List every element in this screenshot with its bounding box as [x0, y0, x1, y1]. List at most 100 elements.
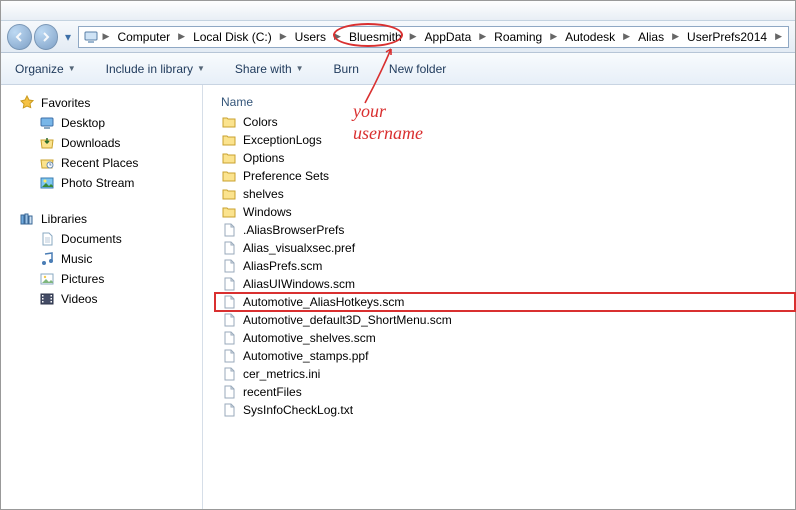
chevron-right-icon[interactable]: ▶: [332, 31, 343, 42]
item-name: cer_metrics.ini: [243, 367, 320, 381]
nav-item-downloads[interactable]: Downloads: [1, 133, 202, 153]
libraries-group[interactable]: Libraries: [1, 209, 202, 229]
breadcrumb-box[interactable]: ▶ Computer ▶ Local Disk (C:) ▶ Users ▶ B…: [78, 26, 789, 48]
file-icon: [221, 366, 237, 382]
file-row[interactable]: .AliasBrowserPrefs: [215, 221, 795, 239]
folder-icon: [221, 186, 237, 202]
chevron-right-icon[interactable]: ▶: [548, 31, 559, 42]
chevron-right-icon[interactable]: ▶: [278, 31, 289, 42]
item-name: SysInfoCheckLog.txt: [243, 403, 353, 417]
breadcrumb-item[interactable]: Roaming: [490, 28, 546, 46]
chevron-right-icon[interactable]: ▶: [477, 31, 488, 42]
nav-history-dropdown[interactable]: ▾: [60, 30, 75, 44]
file-row[interactable]: Automotive_default3D_ShortMenu.scm: [215, 311, 795, 329]
chevron-right-icon[interactable]: ▶: [176, 31, 187, 42]
file-row[interactable]: Automotive_shelves.scm: [215, 329, 795, 347]
chevron-right-icon[interactable]: ▶: [670, 31, 681, 42]
new-folder-button[interactable]: New folder: [385, 58, 450, 80]
breadcrumb-item[interactable]: Autodesk: [561, 28, 619, 46]
chevron-right-icon[interactable]: ▶: [621, 31, 632, 42]
folder-row[interactable]: shelves: [215, 185, 795, 203]
organize-button[interactable]: Organize▼: [11, 58, 80, 80]
burn-button[interactable]: Burn: [330, 58, 363, 80]
item-name: Automotive_stamps.ppf: [243, 349, 368, 363]
file-icon: [221, 294, 237, 310]
address-bar: ▾ ▶ Computer ▶ Local Disk (C:) ▶ Users ▶…: [1, 21, 795, 53]
nav-item-pictures[interactable]: Pictures: [1, 269, 202, 289]
pictures-icon: [39, 271, 55, 287]
nav-item-label: Downloads: [61, 136, 120, 150]
window-titlebar: [1, 1, 795, 21]
documents-icon: [39, 231, 55, 247]
nav-item-recent[interactable]: Recent Places: [1, 153, 202, 173]
file-icon: [221, 222, 237, 238]
nav-item-music[interactable]: Music: [1, 249, 202, 269]
arrow-left-icon: [13, 31, 25, 43]
nav-item-label: Desktop: [61, 116, 105, 130]
music-icon: [39, 251, 55, 267]
nav-item-documents[interactable]: Documents: [1, 229, 202, 249]
file-icon: [221, 312, 237, 328]
item-name: Alias_visualxsec.pref: [243, 241, 355, 255]
folder-row[interactable]: ExceptionLogs: [215, 131, 795, 149]
file-icon: [221, 402, 237, 418]
nav-item-label: Music: [61, 252, 92, 266]
folder-icon: [221, 132, 237, 148]
file-row[interactable]: AliasPrefs.scm: [215, 257, 795, 275]
nav-item-desktop[interactable]: Desktop: [1, 113, 202, 133]
file-row[interactable]: recentFiles: [215, 383, 795, 401]
nav-back-button[interactable]: [7, 24, 32, 50]
file-row[interactable]: SysInfoCheckLog.txt: [215, 401, 795, 419]
file-row[interactable]: cer_metrics.ini: [215, 365, 795, 383]
item-name: shelves: [243, 187, 284, 201]
chevron-right-icon[interactable]: ▶: [773, 31, 784, 42]
breadcrumb-item[interactable]: Bluesmith: [345, 28, 406, 46]
item-name: AliasUIWindows.scm: [243, 277, 355, 291]
folder-icon: [221, 204, 237, 220]
libraries-icon: [19, 211, 35, 227]
breadcrumb-item[interactable]: Users: [291, 28, 330, 46]
item-name: AliasPrefs.scm: [243, 259, 322, 273]
star-icon: [19, 95, 35, 111]
file-row[interactable]: Automotive_stamps.ppf: [215, 347, 795, 365]
breadcrumb-item[interactable]: Computer: [113, 28, 174, 46]
folder-row[interactable]: Preference Sets: [215, 167, 795, 185]
file-icon: [221, 258, 237, 274]
favorites-group[interactable]: Favorites: [1, 93, 202, 113]
nav-item-label: Videos: [61, 292, 97, 306]
item-name: Automotive_default3D_ShortMenu.scm: [243, 313, 452, 327]
chevron-right-icon[interactable]: ▶: [408, 31, 419, 42]
videos-icon: [39, 291, 55, 307]
chevron-right-icon[interactable]: ▶: [101, 31, 112, 42]
folder-row[interactable]: Colors: [215, 113, 795, 131]
navigation-pane: Favorites Desktop Downloads Recent Place…: [1, 85, 203, 509]
share-with-button[interactable]: Share with▼: [231, 58, 308, 80]
nav-item-photostream[interactable]: Photo Stream: [1, 173, 202, 193]
item-name: Colors: [243, 115, 278, 129]
file-row[interactable]: AliasUIWindows.scm: [215, 275, 795, 293]
folder-row[interactable]: Options: [215, 149, 795, 167]
file-icon: [221, 240, 237, 256]
column-header-name[interactable]: Name: [215, 91, 795, 113]
include-in-library-button[interactable]: Include in library▼: [102, 58, 209, 80]
photo-stream-icon: [39, 175, 55, 191]
breadcrumb-item[interactable]: AppData: [421, 28, 476, 46]
folder-row[interactable]: Windows: [215, 203, 795, 221]
file-icon: [221, 330, 237, 346]
nav-forward-button[interactable]: [34, 24, 59, 50]
command-toolbar: Organize▼ Include in library▼ Share with…: [1, 53, 795, 85]
nav-item-label: Documents: [61, 232, 122, 246]
nav-item-label: Pictures: [61, 272, 104, 286]
file-row[interactable]: Automotive_AliasHotkeys.scm: [215, 293, 795, 311]
breadcrumb-item[interactable]: Local Disk (C:): [189, 28, 276, 46]
desktop-icon: [39, 115, 55, 131]
nav-item-videos[interactable]: Videos: [1, 289, 202, 309]
file-row[interactable]: Alias_visualxsec.pref: [215, 239, 795, 257]
item-name: recentFiles: [243, 385, 302, 399]
breadcrumb-item[interactable]: Alias: [634, 28, 668, 46]
breadcrumb-item[interactable]: UserPrefs2014: [683, 28, 771, 46]
file-icon: [221, 384, 237, 400]
item-name: Windows: [243, 205, 292, 219]
nav-item-label: Recent Places: [61, 156, 138, 170]
file-list-pane: Name Colors ExceptionLogsOptionsPreferenc…: [203, 85, 795, 509]
